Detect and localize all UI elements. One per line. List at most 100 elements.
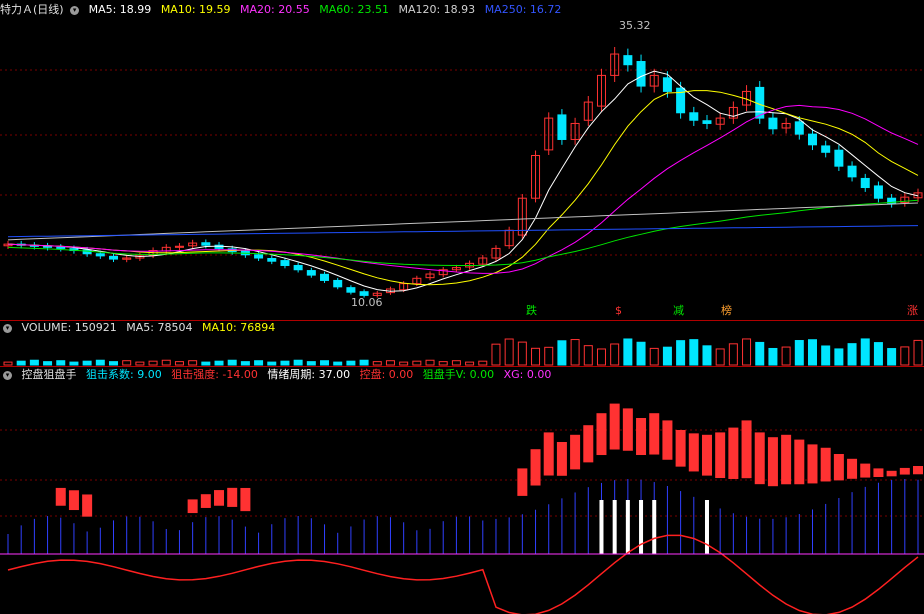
volume-bar <box>425 359 435 366</box>
strength-bar <box>820 447 831 482</box>
ma20-line <box>7 104 919 274</box>
strength-bar <box>227 487 238 507</box>
strength-bar <box>543 432 554 476</box>
strength-bar <box>530 449 541 486</box>
volume-bar <box>280 360 290 366</box>
strength-bar <box>847 458 858 479</box>
candle-body <box>834 149 844 167</box>
volume-bar <box>491 343 501 366</box>
volume-bar <box>412 360 422 366</box>
oscillator-line <box>7 534 919 614</box>
strength-bar <box>609 403 620 450</box>
volume-bar <box>636 341 646 366</box>
volume-bar <box>43 361 53 366</box>
strength-bar <box>767 437 778 487</box>
volume-bar <box>596 348 606 366</box>
strength-bar <box>794 439 805 485</box>
ma60-line <box>7 199 919 266</box>
chart-window: { "main_header": { "title": "特力Ａ(日线)", "… <box>0 0 924 614</box>
volume-bar <box>56 360 66 366</box>
volume-bar <box>900 346 910 366</box>
strength-bar <box>860 463 871 478</box>
chart-canvas[interactable] <box>0 0 924 614</box>
strength-bar <box>596 413 607 456</box>
volume-bar <box>3 361 13 366</box>
volume-bar <box>16 360 26 366</box>
volume-bar <box>847 343 857 366</box>
volume-bar <box>517 341 527 366</box>
volume-bar <box>69 361 79 366</box>
strength-bar <box>200 494 211 508</box>
volume-bar <box>399 361 409 366</box>
volume-bar <box>702 345 712 366</box>
candle-body <box>860 177 870 189</box>
volume-bar <box>214 360 224 366</box>
volume-bar <box>254 360 264 366</box>
volume-bar <box>649 347 659 366</box>
strength-bar <box>833 454 844 481</box>
strength-bar <box>807 444 818 484</box>
strength-bar <box>913 466 923 475</box>
ma10-line <box>7 90 919 286</box>
volume-bar <box>372 361 382 366</box>
strength-bar <box>728 427 739 479</box>
candle-body <box>201 242 211 246</box>
volume-bar <box>504 338 514 366</box>
volume-bar <box>346 360 356 366</box>
volume-bar <box>82 360 92 366</box>
volume-bar <box>755 341 765 366</box>
candle-body <box>95 253 105 257</box>
candle-body <box>821 145 831 153</box>
strength-bar <box>82 494 93 517</box>
volume-bar <box>557 340 567 366</box>
ma5-line <box>7 70 919 292</box>
candle-body <box>807 133 817 146</box>
volume-bar <box>451 360 461 366</box>
volume-bar <box>135 361 145 366</box>
signal-bar <box>625 500 630 554</box>
strength-bar <box>517 468 528 496</box>
signal-bar <box>652 500 657 554</box>
volume-bar <box>662 346 672 366</box>
strength-bar <box>556 442 567 476</box>
strength-bar <box>741 420 752 479</box>
ma120-line <box>7 202 919 241</box>
volume-bar <box>174 361 184 366</box>
candle-body <box>623 55 633 66</box>
volume-bar <box>768 347 778 366</box>
volume-bar <box>438 361 448 366</box>
strength-bar <box>715 432 726 479</box>
volume-bar <box>201 361 211 366</box>
strength-bar <box>622 408 633 451</box>
volume-bar <box>531 347 541 366</box>
volume-bar <box>148 360 158 366</box>
strength-bar <box>214 490 225 506</box>
candle-body <box>359 291 369 296</box>
candle-body <box>293 264 303 271</box>
strength-bar <box>583 425 594 463</box>
candle-body <box>689 112 699 121</box>
strength-bar <box>662 420 673 460</box>
ma250-line <box>7 225 919 238</box>
volume-bar <box>728 343 738 366</box>
strength-bar <box>570 434 581 470</box>
volume-bar <box>333 361 343 366</box>
volume-bar <box>715 348 725 366</box>
volume-bar <box>689 339 699 366</box>
candle-body <box>662 77 672 92</box>
volume-bar <box>913 339 923 366</box>
strength-bar <box>873 468 884 477</box>
candle-body <box>847 165 857 178</box>
candle-body <box>320 273 330 281</box>
signal-bar <box>612 500 617 554</box>
candle-body <box>254 254 264 259</box>
volume-bar <box>623 338 633 366</box>
volume-bar <box>478 360 488 366</box>
volume-bar <box>860 338 870 366</box>
strength-bar <box>636 418 647 456</box>
volume-bar <box>821 345 831 366</box>
volume-bar <box>807 339 817 366</box>
candle-body <box>768 117 778 130</box>
strength-bar <box>187 499 198 514</box>
candle-body <box>109 255 119 260</box>
